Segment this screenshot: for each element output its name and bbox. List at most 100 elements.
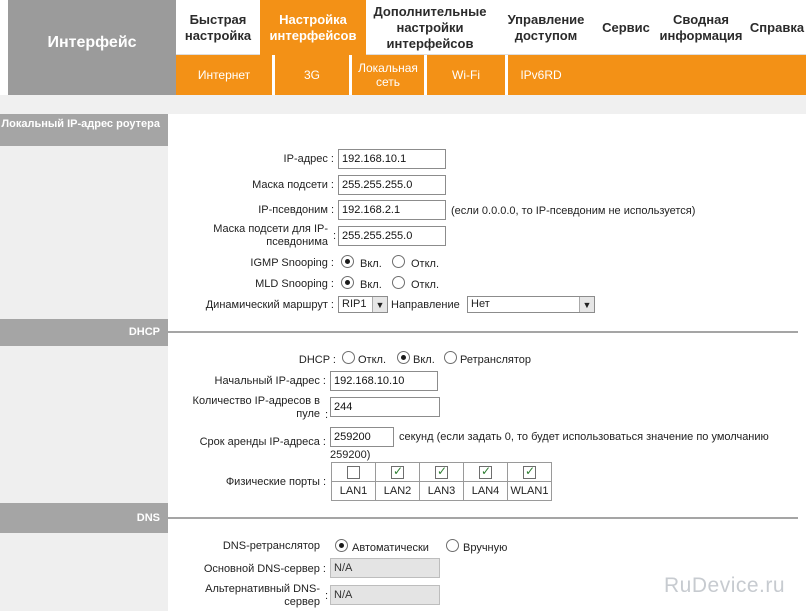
section-title-dhcp: DHCP — [128, 326, 160, 338]
secondary-dns-label: Альтернативный DNS-сервер — [205, 583, 320, 608]
dynamic-route-value: RIP1 — [342, 298, 367, 310]
igmp-on-radio[interactable] — [341, 255, 354, 268]
side-column — [0, 346, 168, 503]
ip-alias-hint: (если 0.0.0.0, то IP-псевдоним не исполь… — [451, 205, 696, 217]
primary-dns-input[interactable] — [330, 558, 440, 578]
port-cell — [331, 462, 376, 482]
alias-mask-colon: : — [332, 230, 336, 242]
nav-help-label: Справка — [749, 19, 805, 35]
section-divider-dhcp — [168, 331, 798, 333]
ip-alias-input[interactable] — [338, 200, 446, 220]
port-lan2-checkbox[interactable] — [391, 464, 404, 479]
section-header-dhcp: DHCP — [0, 319, 168, 346]
watermark-text: RuDevice.ru — [664, 574, 786, 597]
port-lan1-checkbox[interactable] — [347, 465, 360, 479]
subnav-ipv6rd[interactable]: IPv6RD — [508, 55, 574, 95]
port-cell — [375, 462, 420, 482]
nav-advanced-setup[interactable]: Дополнительные настройки интерфейсов — [366, 0, 494, 55]
ports-table: LAN1 LAN2 LAN3 LAN4 WLAN1 — [331, 462, 552, 501]
dhcp-on-label: Вкл. — [413, 354, 435, 366]
header-spacer — [0, 95, 806, 114]
nav-quick-setup[interactable]: Быстрая настройка — [176, 0, 260, 55]
port-lan3-label: LAN3 — [419, 481, 464, 501]
subnav-wifi[interactable]: Wi-Fi — [427, 55, 505, 95]
nav-status-label: Сводная информация — [659, 11, 743, 43]
direction-value: Нет — [471, 298, 490, 310]
direction-label: Направление — [391, 299, 460, 311]
section-title-dns: DNS — [136, 512, 160, 524]
nav-quick-setup-label: Быстрая настройка — [184, 11, 252, 43]
dns-manual-radio[interactable] — [446, 539, 459, 552]
chevron-down-icon: ▼ — [579, 297, 594, 312]
dhcp-relay-radio[interactable] — [444, 351, 457, 364]
subnav-lan[interactable]: Локальная сеть — [352, 55, 424, 95]
secondary-dns-input[interactable] — [330, 585, 440, 605]
pool-size-input[interactable] — [330, 397, 440, 417]
subnav-ipv6rd-label: IPv6RD — [520, 68, 562, 82]
alias-mask-input[interactable] — [338, 226, 446, 246]
nav-access-management[interactable]: Управление доступом — [494, 0, 598, 55]
mld-off-radio[interactable] — [392, 276, 405, 289]
section-divider-dns — [168, 517, 798, 519]
port-lan4-checkbox[interactable] — [479, 464, 492, 479]
nav-help[interactable]: Справка — [748, 0, 806, 55]
pool-size-colon: : — [324, 409, 328, 421]
ip-address-label: IP-адрес : — [283, 153, 334, 165]
secondary-dns-colon: : — [324, 590, 328, 602]
nav-interface-setup[interactable]: Настройка интерфейсов — [260, 0, 366, 55]
port-cell — [419, 462, 464, 482]
subnet-mask-input[interactable] — [338, 175, 446, 195]
lease-time-hint-default: 259200) — [330, 449, 371, 461]
dns-auto-radio[interactable] — [335, 539, 348, 552]
dhcp-off-radio[interactable] — [342, 351, 355, 364]
section-title-lan: Локальный IP-адрес роутера — [1, 118, 160, 130]
section-header-lan: Локальный IP-адрес роутера — [0, 114, 168, 146]
igmp-off-radio[interactable] — [392, 255, 405, 268]
subnav-internet[interactable]: Интернет — [176, 55, 272, 95]
nav-maintenance-label: Сервис — [602, 19, 650, 35]
mld-off-label: Откл. — [411, 279, 440, 291]
dhcp-relay-label: Ретранслятор — [460, 354, 531, 366]
lease-time-input[interactable] — [330, 427, 394, 447]
port-lan3-checkbox[interactable] — [435, 464, 448, 479]
subnav-internet-label: Интернет — [197, 68, 251, 82]
dns-relay-label: DNS-ретранслятор — [222, 540, 320, 552]
ip-address-input[interactable] — [338, 149, 446, 169]
mld-on-radio[interactable] — [341, 276, 354, 289]
primary-dns-label: Основной DNS-сервер : — [203, 563, 326, 575]
subnav-3g-label: 3G — [303, 68, 320, 82]
port-lan4-label: LAN4 — [463, 481, 508, 501]
mld-on-label: Вкл. — [360, 279, 382, 291]
port-wlan1-label: WLAN1 — [507, 481, 552, 501]
dns-manual-label: Вручную — [463, 542, 508, 554]
port-cell — [507, 462, 552, 482]
ip-alias-label: IP-псевдоним : — [258, 204, 334, 216]
physical-ports-label: Физические порты : — [225, 476, 326, 488]
side-column — [0, 533, 168, 611]
side-column — [0, 146, 168, 319]
subnav-wifi-label: Wi-Fi — [452, 68, 480, 82]
direction-select[interactable]: Нет ▼ — [467, 296, 595, 313]
nav-maintenance[interactable]: Сервис — [598, 0, 654, 55]
igmp-off-label: Откл. — [411, 258, 440, 270]
port-lan1-label: LAN1 — [331, 481, 376, 501]
port-wlan1-checkbox[interactable] — [523, 464, 536, 479]
ports-label-row: LAN1 LAN2 LAN3 LAN4 WLAN1 — [331, 481, 552, 501]
dhcp-mode-label: DHCP : — [298, 354, 336, 366]
subnav-3g[interactable]: 3G — [275, 55, 349, 95]
nav-access-management-label: Управление доступом — [507, 11, 585, 43]
dns-auto-label: Автоматически — [352, 542, 429, 554]
igmp-on-label: Вкл. — [360, 258, 382, 270]
header-title-area: Интерфейс — [0, 0, 176, 95]
dhcp-off-label: Откл. — [358, 354, 387, 366]
start-ip-input[interactable] — [330, 371, 438, 391]
pool-size-label: Количество IP-адресов в пуле — [192, 395, 320, 420]
alias-mask-label: Маска подсети для IP-псевдонима — [213, 223, 328, 248]
nav-status[interactable]: Сводная информация — [654, 0, 748, 55]
subnav-lan-label: Локальная сеть — [358, 61, 418, 89]
igmp-snooping-label: IGMP Snooping : — [250, 257, 334, 269]
ports-checkbox-row — [331, 462, 552, 482]
dynamic-route-select[interactable]: RIP1 ▼ — [338, 296, 388, 313]
nav-interface-setup-label: Настройка интерфейсов — [269, 11, 357, 43]
dhcp-on-radio[interactable] — [397, 351, 410, 364]
